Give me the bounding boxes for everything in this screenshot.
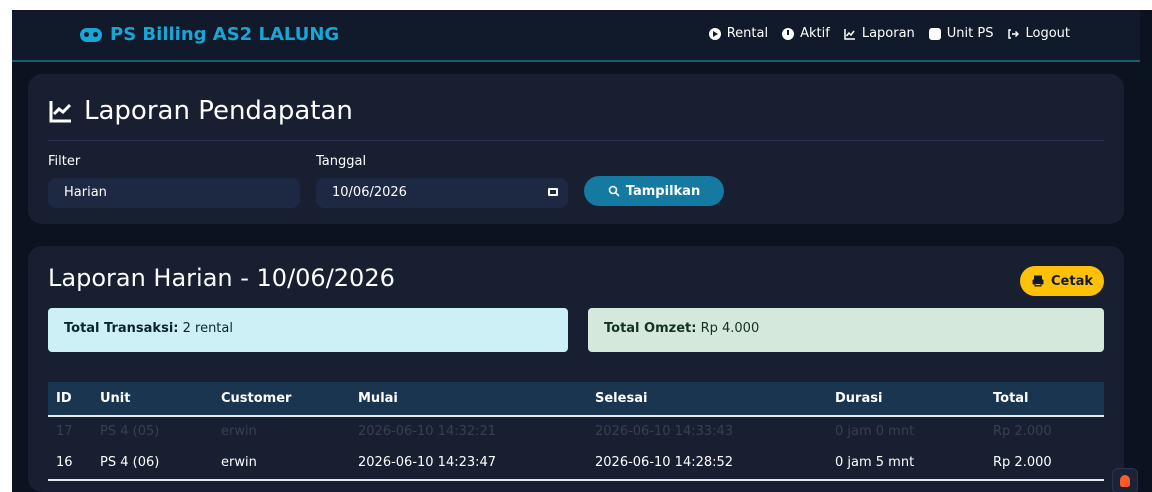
gamepad-icon bbox=[80, 27, 102, 42]
logout-icon bbox=[1007, 28, 1020, 40]
filter-select-value: Harian bbox=[64, 185, 107, 200]
cell-id: 17 bbox=[56, 424, 73, 439]
col-mulai: Mulai bbox=[358, 391, 398, 406]
cell-durasi: 0 jam 5 mnt bbox=[827, 446, 985, 481]
nav-item-rental[interactable]: Rental bbox=[708, 26, 769, 41]
calendar-icon[interactable] bbox=[548, 188, 558, 196]
report-card: Laporan Harian - 10/06/2026 Cetak Total … bbox=[28, 246, 1124, 492]
date-input[interactable]: 10/06/2026 bbox=[316, 178, 568, 208]
cell-unit: PS 4 (06) bbox=[92, 446, 213, 481]
flame-icon bbox=[1120, 475, 1130, 487]
col-id: ID bbox=[56, 391, 72, 406]
table-row[interactable]: 17 PS 4 (05) erwin 2026-06-10 14:32:21 2… bbox=[48, 416, 1104, 446]
show-report-button-label: Tampilkan bbox=[625, 183, 701, 199]
devtools-corner-button[interactable] bbox=[1112, 468, 1138, 492]
rental-table: ID Unit Customer Mulai Selesai Durasi To… bbox=[48, 382, 1104, 481]
filter-card: Laporan Pendapatan Filter Tanggal Harian… bbox=[28, 74, 1124, 224]
col-selesai: Selesai bbox=[595, 391, 648, 406]
nav-item-unit-ps[interactable]: Unit PS bbox=[928, 26, 994, 41]
filter-label: Filter bbox=[48, 154, 81, 169]
total-revenue-label: Total Omzet: bbox=[604, 321, 697, 336]
cell-selesai: 2026-06-10 14:28:52 bbox=[587, 446, 827, 481]
date-label: Tanggal bbox=[316, 154, 367, 169]
clock-icon bbox=[782, 27, 795, 40]
cell-mulai: 2026-06-10 14:23:47 bbox=[350, 446, 587, 481]
cell-id: 16 bbox=[48, 446, 92, 481]
cell-mulai: 2026-06-10 14:32:21 bbox=[358, 424, 497, 439]
col-total: Total bbox=[993, 391, 1029, 406]
nav-item-aktif[interactable]: Aktif bbox=[782, 26, 830, 41]
line-chart-svg bbox=[844, 28, 855, 40]
cell-selesai: 2026-06-10 14:33:43 bbox=[595, 424, 734, 439]
col-unit: Unit bbox=[100, 391, 131, 406]
date-input-value: 10/06/2026 bbox=[332, 185, 407, 200]
total-transactions-box: Total Transaksi: 2 rental bbox=[48, 308, 568, 352]
logout-svg bbox=[1008, 28, 1020, 39]
cell-durasi: 0 jam 0 mnt bbox=[835, 424, 915, 439]
nav-menu: Rental Aktif Laporan Unit PS Logout bbox=[708, 26, 1070, 41]
nav-item-laporan[interactable]: Laporan bbox=[844, 26, 915, 41]
line-chart-icon bbox=[844, 28, 856, 40]
filter-select[interactable]: Harian bbox=[48, 178, 300, 208]
col-durasi: Durasi bbox=[835, 391, 883, 406]
search-icon bbox=[608, 185, 620, 197]
print-button[interactable]: Cetak bbox=[1020, 266, 1104, 296]
page-title: Laporan Pendapatan bbox=[48, 96, 353, 126]
total-revenue-value: Rp 4.000 bbox=[700, 321, 760, 336]
table-body: 17 PS 4 (05) erwin 2026-06-10 14:32:21 2… bbox=[48, 416, 1104, 481]
cell-total: Rp 2.000 bbox=[985, 446, 1104, 481]
play-circle-icon bbox=[708, 27, 721, 40]
chip-icon bbox=[928, 27, 941, 40]
show-report-button[interactable]: Tampilkan bbox=[584, 176, 724, 206]
table-header-row: ID Unit Customer Mulai Selesai Durasi To… bbox=[48, 382, 1104, 416]
total-transactions-label: Total Transaksi: bbox=[64, 321, 179, 336]
table-header: ID Unit Customer Mulai Selesai Durasi To… bbox=[48, 382, 1104, 416]
printer-icon bbox=[1032, 275, 1044, 287]
line-chart-icon bbox=[49, 101, 72, 123]
print-button-label: Cetak bbox=[1051, 273, 1093, 289]
brand-title: PS Billing AS2 LALUNG bbox=[110, 24, 340, 45]
nav-item-logout[interactable]: Logout bbox=[1007, 26, 1070, 41]
screenshot-top-border bbox=[0, 0, 1152, 10]
nav-item-label: Rental bbox=[726, 26, 769, 41]
col-customer: Customer bbox=[221, 391, 292, 406]
nav-item-label: Laporan bbox=[861, 26, 915, 41]
cell-total: Rp 2.000 bbox=[993, 424, 1052, 439]
table-row[interactable]: 16 PS 4 (06) erwin 2026-06-10 14:23:47 2… bbox=[48, 446, 1104, 481]
cell-unit: PS 4 (05) bbox=[100, 424, 160, 439]
cell-customer: erwin bbox=[221, 424, 257, 439]
brand[interactable]: PS Billing AS2 LALUNG bbox=[80, 24, 339, 45]
total-transactions-value: 2 rental bbox=[182, 321, 233, 336]
page-title-text: Laporan Pendapatan bbox=[84, 96, 353, 126]
cell-customer: erwin bbox=[213, 446, 350, 481]
screenshot-left-border bbox=[0, 0, 12, 492]
nav-item-label: Aktif bbox=[800, 26, 830, 41]
divider bbox=[48, 140, 1104, 141]
top-navbar: PS Billing AS2 LALUNG Rental Aktif Lapor… bbox=[12, 10, 1140, 62]
total-revenue-box: Total Omzet: Rp 4.000 bbox=[588, 308, 1104, 352]
nav-item-label: Unit PS bbox=[946, 26, 994, 41]
nav-item-label: Logout bbox=[1025, 26, 1070, 41]
report-title: Laporan Harian - 10/06/2026 bbox=[48, 264, 395, 292]
